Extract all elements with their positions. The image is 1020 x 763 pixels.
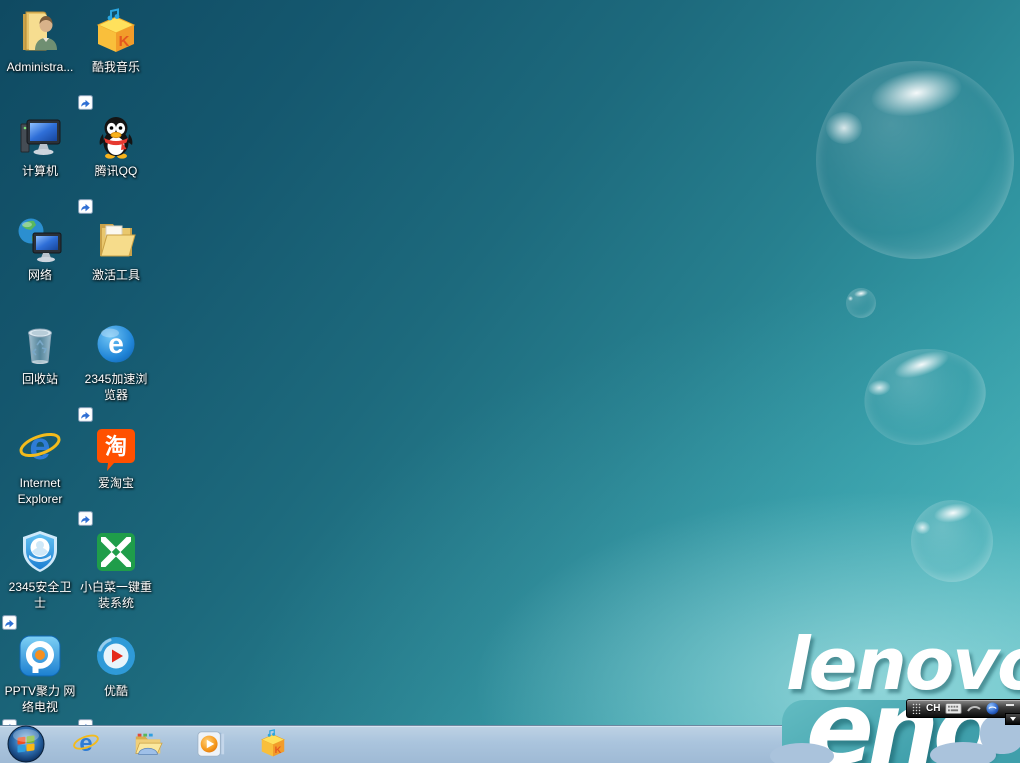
bubble-lower — [911, 500, 993, 582]
desktop-icon-aitaobao[interactable]: 淘 爱淘宝 — [78, 422, 154, 526]
icon-label: 2345安全卫士 — [2, 579, 78, 611]
desktop-icon-recycle-bin[interactable]: 回收站 — [2, 318, 78, 422]
youku-play-icon — [92, 632, 140, 680]
icon-label: 激活工具 — [78, 267, 154, 283]
icon-label: 腾讯QQ — [78, 163, 154, 179]
qq-penguin-icon — [92, 112, 140, 160]
desktop-icon-2345-browser[interactable]: e 2345加速浏览器 — [78, 318, 154, 422]
kuwo-box-icon: K — [92, 8, 140, 56]
language-bar[interactable]: CH — [906, 699, 1020, 718]
keyboard-icon[interactable] — [945, 703, 962, 714]
svg-text:K: K — [275, 745, 282, 755]
start-button[interactable] — [7, 725, 45, 763]
desktop-icon-xiaobaicai[interactable]: 小白菜一键重装系统 — [78, 526, 154, 630]
icon-label: 爱淘宝 — [78, 475, 154, 491]
desktop: lenovo Administra... K 酷我音乐 计算机 — [0, 0, 1020, 763]
pptv-ring-icon — [16, 632, 64, 680]
recycle-bin-icon — [16, 320, 64, 368]
taskbar-explorer-button[interactable] — [133, 729, 163, 759]
desktop-icon-kuwo-music[interactable]: K 酷我音乐 — [78, 6, 154, 110]
svg-text:e: e — [108, 328, 124, 359]
icon-label: Administra... — [2, 59, 78, 75]
svg-text:e: e — [79, 730, 92, 757]
shortcut-arrow-icon — [78, 199, 93, 214]
desktop-icon-2345-security[interactable]: 2345安全卫士 — [2, 526, 78, 630]
shortcut-arrow-icon — [78, 95, 93, 110]
taskbar-kuwo-button[interactable]: K — [258, 729, 288, 759]
desktop-icon-administrator[interactable]: Administra... — [2, 6, 78, 110]
shortcut-arrow-icon — [2, 615, 17, 630]
shortcut-arrow-icon — [78, 511, 93, 526]
ime-orb-icon[interactable] — [986, 702, 999, 715]
bubble-medium — [858, 341, 992, 452]
ie-icon: e — [16, 424, 64, 472]
desktop-icon-youku[interactable]: 优酷 — [78, 630, 154, 734]
blue-shield-icon — [16, 528, 64, 576]
bubble-small — [846, 288, 876, 318]
taskbar-remnant-blob — [770, 743, 834, 763]
desktop-icon-pptv[interactable]: PPTV聚力 网络电视 — [2, 630, 78, 734]
taobao-bubble-icon: 淘 — [92, 424, 140, 472]
bubble-large — [816, 61, 1014, 259]
gripper-icon[interactable] — [912, 703, 921, 714]
shortcut-arrow-icon — [78, 407, 93, 422]
taskbar-ie-button[interactable]: e — [71, 729, 101, 759]
language-indicator[interactable]: CH — [926, 703, 940, 714]
svg-text:K: K — [119, 33, 130, 50]
minimize-button[interactable] — [1006, 704, 1014, 706]
icon-label: 回收站 — [2, 371, 78, 387]
icon-label: 计算机 — [2, 163, 78, 179]
desktop-icon-network[interactable]: 网络 — [2, 214, 78, 318]
computer-icon — [16, 112, 64, 160]
green-x-icon — [92, 528, 140, 576]
svg-text:淘: 淘 — [105, 434, 127, 459]
icon-label: 2345加速浏览器 — [78, 371, 154, 403]
user-folder-icon — [16, 8, 64, 56]
icon-label: InternetExplorer — [2, 475, 78, 507]
desktop-icon-grid: Administra... K 酷我音乐 计算机 腾讯QQ — [2, 6, 154, 734]
icon-label: 优酷 — [78, 683, 154, 699]
icon-label: 小白菜一键重装系统 — [78, 579, 154, 611]
icon-label: PPTV聚力 网络电视 — [2, 683, 78, 715]
desktop-icon-activation-tool[interactable]: 激活工具 — [78, 214, 154, 318]
icon-label: 网络 — [2, 267, 78, 283]
desktop-icon-computer[interactable]: 计算机 — [2, 110, 78, 214]
tool-swoosh-icon[interactable] — [967, 705, 981, 713]
blue-e-browser-icon: e — [92, 320, 140, 368]
network-globe-icon — [16, 216, 64, 264]
dropdown-arrow-icon — [1010, 717, 1016, 721]
taskbar-wmp-button[interactable] — [196, 729, 226, 759]
language-bar-options-button[interactable] — [1005, 713, 1020, 725]
svg-text:e: e — [29, 426, 50, 468]
open-folder-icon — [92, 216, 140, 264]
desktop-icon-internet-explorer[interactable]: e InternetExplorer — [2, 422, 78, 526]
desktop-icon-tencent-qq[interactable]: 腾讯QQ — [78, 110, 154, 214]
icon-label: 酷我音乐 — [78, 59, 154, 75]
